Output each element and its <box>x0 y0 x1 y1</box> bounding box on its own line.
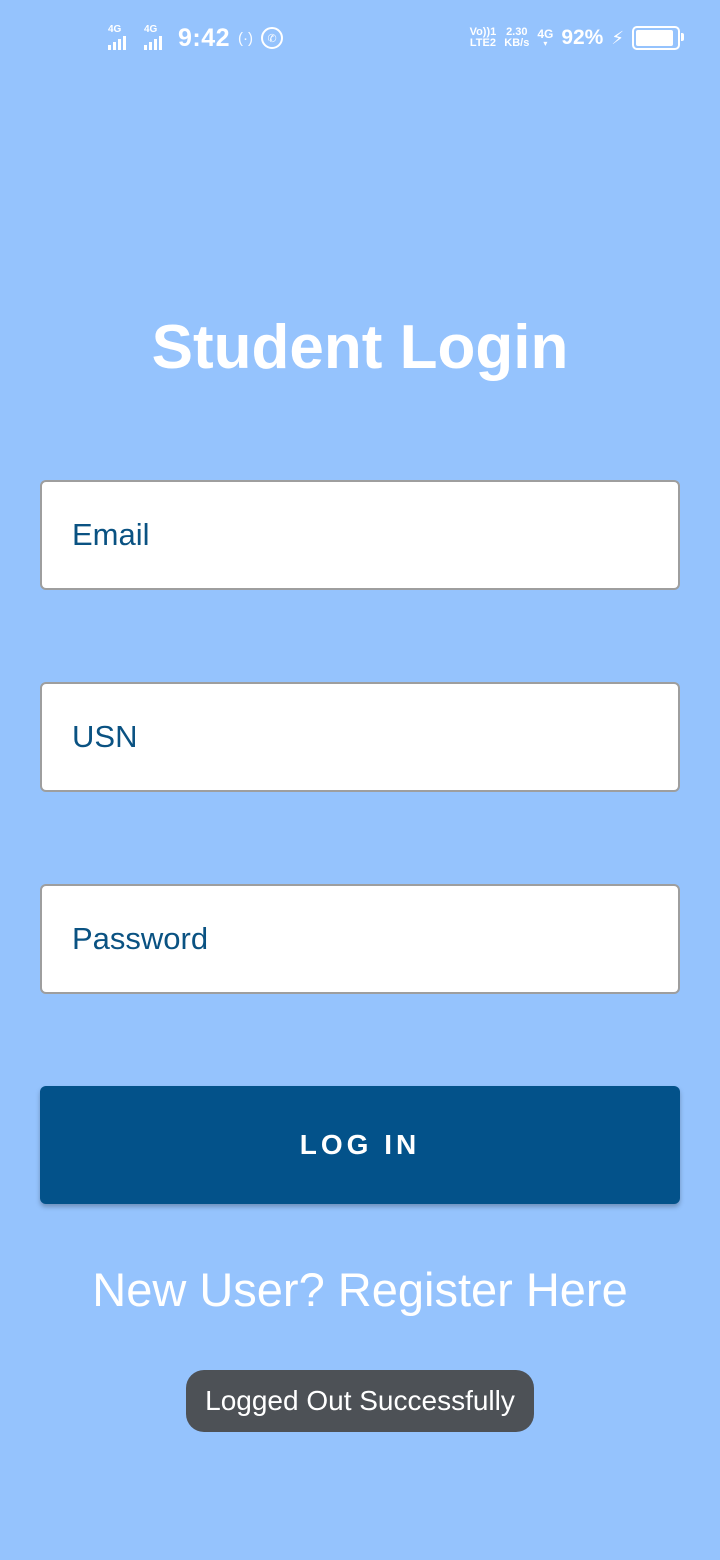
hotspot-icon: (·) <box>238 29 254 47</box>
email-field[interactable] <box>42 482 678 588</box>
page-title: Student Login <box>151 313 569 382</box>
password-field[interactable] <box>42 886 678 992</box>
speed-unit: KB/s <box>504 37 530 49</box>
data-network-icon: 4G ▾ <box>537 27 554 48</box>
usn-field[interactable] <box>42 684 678 790</box>
status-bar-left: 4G 4G 9:42 (·) ✆ <box>106 22 284 54</box>
battery-icon <box>632 26 684 50</box>
sim1-network-label: 4G <box>108 24 122 35</box>
volte-bottom-label: LTE2 <box>469 37 496 49</box>
email-field-container <box>40 480 680 590</box>
sim1-signal-icon: 4G <box>106 24 134 52</box>
battery-fill <box>636 30 673 46</box>
volte-indicator: Vo))1 LTE2 <box>470 27 497 49</box>
status-bar: 4G 4G 9:42 (·) ✆ Vo))1 LTE2 2.30 KB/s 4G… <box>0 0 720 78</box>
sim2-network-label: 4G <box>144 24 158 35</box>
battery-percent: 92% <box>561 26 604 49</box>
charging-icon: ⚡ <box>611 27 624 48</box>
whatsapp-icon: ✆ <box>261 27 284 49</box>
network-speed: 2.30 KB/s <box>504 27 529 49</box>
status-time: 9:42 <box>178 23 231 52</box>
login-button[interactable]: LOG IN <box>40 1086 680 1204</box>
toast-message: Logged Out Successfully <box>186 1370 534 1432</box>
usn-field-container <box>40 682 680 792</box>
status-bar-right: Vo))1 LTE2 2.30 KB/s 4G ▾ 92% ⚡ <box>470 22 684 54</box>
sim2-signal-icon: 4G <box>142 24 170 52</box>
register-link[interactable]: New User? Register Here <box>0 1262 720 1317</box>
password-field-container <box>40 884 680 994</box>
